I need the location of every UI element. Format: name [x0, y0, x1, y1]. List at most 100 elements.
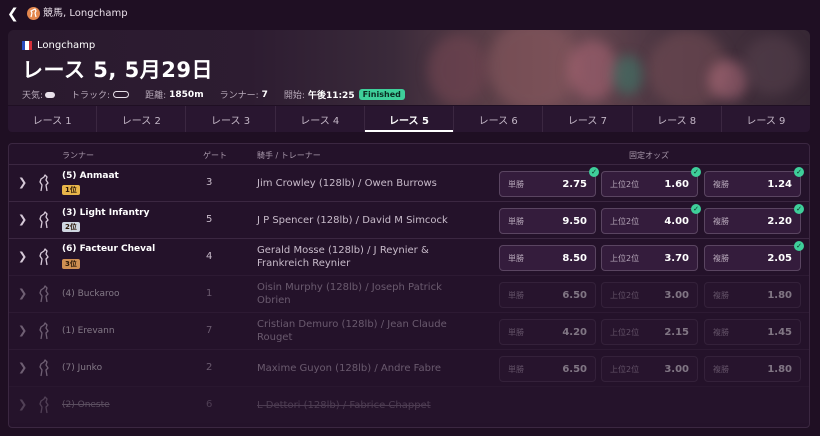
- tab-race-7[interactable]: レース 7: [543, 106, 633, 132]
- table-row[interactable]: ❯ (1) Erevann 7 Cristian Demuro (128lb) / J…: [9, 312, 809, 349]
- odds-value: 1.24: [767, 179, 792, 190]
- odds-type-label: 上位2位: [610, 254, 640, 263]
- expand-chevron-icon[interactable]: ❯: [18, 361, 27, 374]
- track-icon: [113, 91, 130, 98]
- odds-button[interactable]: 複勝 1.80: [704, 356, 801, 382]
- expand-chevron-icon[interactable]: ❯: [18, 398, 27, 411]
- tab-race-9[interactable]: レース 9: [722, 106, 810, 132]
- expand-chevron-icon[interactable]: ❯: [18, 176, 27, 189]
- expand-chevron-icon[interactable]: ❯: [18, 287, 27, 300]
- status-badge: Finished: [358, 89, 405, 100]
- position-badge: 2位: [62, 222, 80, 232]
- horse-silhouette-icon: [39, 211, 49, 229]
- breadcrumb[interactable]: 競馬, Longchamp: [43, 7, 128, 20]
- position-badge: 3位: [62, 259, 80, 269]
- gate-number: 3: [206, 177, 213, 188]
- odds-value: 4.00: [664, 216, 689, 227]
- weather-label: 天気:: [22, 91, 44, 101]
- table-row[interactable]: ❯ (3) Light Infantry 2位 5 J P Spencer (128lb…: [9, 201, 809, 238]
- odds-button[interactable]: 単勝 9.50: [499, 208, 596, 234]
- position-badge: 1位: [62, 185, 80, 195]
- check-icon: ✓: [691, 167, 701, 177]
- tab-race-2[interactable]: レース 2: [97, 106, 187, 132]
- jockey-trainer: Cristian Demuro (128lb) / Jean Claude Ro…: [257, 319, 447, 343]
- odds-value: 9.50: [562, 216, 587, 227]
- odds-button[interactable]: 単勝 4.20: [499, 319, 596, 345]
- start-label: 開始:: [283, 91, 305, 101]
- expand-chevron-icon[interactable]: ❯: [18, 213, 27, 226]
- odds-button[interactable]: 上位2位 3.00: [601, 282, 698, 308]
- odds-button[interactable]: 複勝 2.20 ✓: [704, 204, 804, 234]
- expand-chevron-icon[interactable]: ❯: [18, 324, 27, 337]
- odds-button[interactable]: 上位2位 1.60 ✓: [601, 167, 701, 197]
- odds-type-label: 上位2位: [610, 180, 640, 189]
- expand-chevron-icon[interactable]: ❯: [18, 250, 27, 263]
- odds-type-label: 単勝: [508, 365, 524, 374]
- odds-type-label: 単勝: [508, 254, 524, 263]
- table-row[interactable]: ❯ (7) Junko 2 Maxime Guyon (128lb) / Andre …: [9, 349, 809, 386]
- france-flag-icon: [22, 41, 32, 50]
- odds-value: 2.20: [767, 216, 792, 227]
- odds-value: 6.50: [562, 290, 587, 301]
- tab-race-3[interactable]: レース 3: [186, 106, 276, 132]
- odds-type-label: 単勝: [508, 291, 524, 300]
- odds-button[interactable]: 複勝 1.80: [704, 282, 801, 308]
- odds-button[interactable]: 複勝 1.24 ✓: [704, 167, 804, 197]
- table-row[interactable]: ❯ (5) Anmaat 1位 3 Jim Crowley (128lb) / Owen…: [9, 164, 809, 201]
- jockey-trainer: Jim Crowley (128lb) / Owen Burrows: [257, 178, 437, 189]
- odds-type-label: 上位2位: [610, 291, 640, 300]
- odds-button[interactable]: 上位2位 3.70: [601, 245, 698, 271]
- odds-button[interactable]: 単勝 8.50: [499, 245, 596, 271]
- header-runner: ランナー: [62, 151, 94, 160]
- odds-value: 2.15: [664, 327, 689, 338]
- odds-type-label: 上位2位: [610, 365, 640, 374]
- odds-type-label: 単勝: [508, 328, 524, 337]
- odds-value: 3.70: [664, 253, 689, 264]
- odds-button[interactable]: 上位2位 4.00 ✓: [601, 204, 701, 234]
- odds-button[interactable]: 単勝 2.75 ✓: [499, 167, 599, 197]
- check-icon: ✓: [589, 167, 599, 177]
- gate-number: 7: [206, 325, 213, 336]
- horse-silhouette-icon: [39, 396, 49, 414]
- odds-value: 3.00: [664, 290, 689, 301]
- odds-value: 8.50: [562, 253, 587, 264]
- odds-button[interactable]: 単勝 6.50: [499, 282, 596, 308]
- race-header: Longchamp レース 5, 5月29日 天気: トラック: 距離: 185…: [8, 30, 810, 105]
- tab-race-5[interactable]: レース 5: [364, 106, 455, 132]
- jockey-trainer: Maxime Guyon (128lb) / Andre Fabre: [257, 363, 442, 374]
- gate-number: 2: [206, 362, 213, 373]
- start-time: 午後11:25: [307, 91, 355, 101]
- tab-race-8[interactable]: レース 8: [633, 106, 722, 132]
- odds-type-label: 複勝: [713, 365, 729, 374]
- distance-value: 1850m: [169, 89, 204, 100]
- tab-race-4[interactable]: レース 4: [276, 106, 365, 132]
- back-chevron-icon[interactable]: ❮: [7, 6, 19, 22]
- odds-button[interactable]: 複勝 1.45: [704, 319, 801, 345]
- table-header: ランナー ゲート 騎手 / トレーナー 固定オッズ: [9, 144, 809, 165]
- odds-button[interactable]: 上位2位 3.00: [601, 356, 698, 382]
- odds-type-label: 複勝: [713, 254, 729, 263]
- runner-name: (7) Junko: [62, 363, 103, 373]
- odds-button[interactable]: 複勝 2.05 ✓: [704, 241, 804, 271]
- tab-race-1[interactable]: レース 1: [8, 106, 98, 132]
- odds-type-label: 複勝: [713, 291, 729, 300]
- odds-button[interactable]: 単勝 6.50: [499, 356, 596, 382]
- odds-value: 1.45: [767, 327, 792, 338]
- odds-type-label: 単勝: [508, 180, 524, 189]
- odds-type-label: 上位2位: [610, 217, 640, 226]
- table-row[interactable]: ❯ (2) Oneste 6 L Dettori (128lb) / Fabrice …: [9, 386, 809, 423]
- distance-label: 距離:: [145, 91, 167, 101]
- odds-value: 2.05: [767, 253, 792, 264]
- table-row[interactable]: ❯ (4) Buckaroo 1 Oisin Murphy (128lb) / Jos…: [9, 275, 809, 312]
- runner-name: (4) Buckaroo: [62, 289, 120, 299]
- tab-race-6[interactable]: レース 6: [454, 106, 544, 132]
- odds-value: 2.75: [562, 179, 587, 190]
- table-row[interactable]: ❯ (6) Facteur Cheval 3位 4 Gerald Mosse (128l…: [9, 238, 809, 275]
- check-icon: ✓: [794, 241, 804, 251]
- runner-name: (3) Light Infantry: [62, 208, 150, 218]
- odds-button[interactable]: 上位2位 2.15: [601, 319, 698, 345]
- runners-value: 7: [261, 89, 268, 100]
- odds-value: 6.50: [562, 364, 587, 375]
- horse-silhouette-icon: [39, 285, 49, 303]
- horse-silhouette-icon: [39, 322, 49, 340]
